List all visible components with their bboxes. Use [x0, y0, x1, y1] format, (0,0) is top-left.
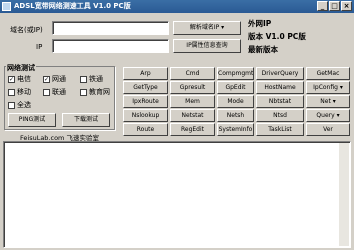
- cmd-button-label: Route: [136, 126, 155, 133]
- cmd-button-cmd[interactable]: Cmd: [170, 67, 215, 80]
- cmd-button-label: Netsh: [226, 112, 245, 119]
- download-test-button[interactable]: 下载测试: [62, 113, 110, 127]
- cmd-button-label: Compmgmt: [218, 70, 254, 77]
- checkbox-label: 全选: [17, 101, 31, 109]
- domain-label: 域名(或IP): [10, 26, 43, 34]
- dropdown-arrow-icon: ▾: [221, 24, 225, 31]
- cmd-button-mode[interactable]: Mode: [217, 95, 254, 108]
- checkbox-box: [43, 88, 50, 96]
- cmd-button-label: Nbtstat: [268, 98, 292, 105]
- cmd-button-gpresult[interactable]: Gpresult: [170, 81, 215, 94]
- cmd-button-regedit[interactable]: RegEdit: [170, 123, 215, 136]
- minimize-button[interactable]: _: [317, 1, 328, 11]
- cmd-button-label: Netstat: [181, 112, 204, 119]
- cmd-button-label: GetMac: [316, 70, 340, 77]
- cmd-button-label: IpConfig: [313, 84, 338, 91]
- cmd-button-driverquery[interactable]: DriverQuery: [256, 67, 304, 80]
- cmd-button-label: HostName: [264, 84, 296, 91]
- maximize-button[interactable]: □: [329, 1, 340, 11]
- domain-input[interactable]: [52, 21, 169, 35]
- cmd-button-net[interactable]: Net ▾: [306, 95, 350, 108]
- checkbox-wangtong[interactable]: ✓ 网通: [43, 74, 66, 84]
- cmd-button-getmac[interactable]: GetMac: [306, 67, 350, 80]
- checkbox-box: [80, 88, 87, 96]
- checkbox-liantong[interactable]: 联通: [43, 87, 66, 97]
- ping-test-button[interactable]: PING测试: [8, 113, 56, 127]
- cmd-button-label: Mode: [227, 98, 244, 105]
- cmd-button-netsh[interactable]: Netsh: [217, 109, 254, 122]
- checkbox-dianxin[interactable]: ✓ 电信: [8, 74, 31, 84]
- cmd-button-gettype[interactable]: GetType: [123, 81, 168, 94]
- cmd-button-mem[interactable]: Mem: [170, 95, 215, 108]
- checkbox-yidong[interactable]: 移动: [8, 87, 31, 97]
- checkbox-box-checked: ✓: [8, 75, 15, 83]
- dropdown-arrow-icon: ▾: [334, 112, 340, 119]
- cmd-button-label: TaskList: [268, 126, 292, 133]
- cmd-button-label: GpEdit: [225, 84, 246, 91]
- cmd-button-label: GetType: [133, 84, 158, 91]
- cmd-button-label: Gpresult: [179, 84, 206, 91]
- cmd-button-compmgmt[interactable]: Compmgmt: [217, 67, 254, 80]
- cmd-button-label: DriverQuery: [261, 70, 299, 77]
- window-controls: _ □ ×: [317, 1, 352, 11]
- output-textarea[interactable]: [3, 141, 351, 248]
- checkbox-box: [80, 75, 87, 83]
- cmd-button-label: Ver: [323, 126, 333, 133]
- cmd-button-label: SystemInfo: [218, 126, 253, 133]
- cmd-button-nslookup[interactable]: Nslookup: [123, 109, 168, 122]
- cmd-button-query[interactable]: Query ▾: [306, 109, 350, 122]
- cmd-button-label: Ntsd: [273, 112, 287, 119]
- dropdown-arrow-icon: ▾: [337, 84, 343, 91]
- cmd-button-label: Nslookup: [131, 112, 160, 119]
- resolve-domain-label: 解析域名IP: [189, 24, 220, 31]
- checkbox-box: [8, 101, 15, 109]
- resolve-domain-button[interactable]: 解析域名IP ▾: [173, 21, 241, 35]
- checkbox-box: [8, 88, 15, 96]
- checkbox-label: 铁通: [89, 75, 103, 83]
- checkbox-tietong[interactable]: 铁通: [80, 74, 103, 84]
- cmd-button-systeminfo[interactable]: SystemInfo: [217, 123, 254, 136]
- network-test-title: 网络测试: [6, 63, 36, 73]
- external-ip-label: 外网IP: [248, 19, 272, 28]
- window-title: ADSL宽带网络测速工具 V1.0 PC版: [14, 2, 131, 10]
- checkbox-box-checked: ✓: [43, 75, 50, 83]
- ip-label: IP: [36, 43, 43, 51]
- cmd-button-label: Mem: [185, 98, 200, 105]
- checkbox-label: 电信: [17, 75, 31, 83]
- cmd-button-label: Arp: [140, 70, 151, 77]
- cmd-button-label: RegEdit: [180, 126, 205, 133]
- checkbox-select-all[interactable]: 全选: [8, 100, 31, 110]
- checkbox-label: 移动: [17, 88, 31, 96]
- cmd-button-hostname[interactable]: HostName: [256, 81, 304, 94]
- cmd-button-gpedit[interactable]: GpEdit: [217, 81, 254, 94]
- checkbox-label: 教育网: [89, 88, 110, 96]
- checkbox-label: 网通: [52, 75, 66, 83]
- cmd-button-ipconfig[interactable]: IpConfig ▾: [306, 81, 350, 94]
- cmd-button-tasklist[interactable]: TaskList: [256, 123, 304, 136]
- close-button[interactable]: ×: [341, 1, 352, 11]
- cmd-button-nbtstat[interactable]: Nbtstat: [256, 95, 304, 108]
- cmd-button-label: IpxRoute: [132, 98, 159, 105]
- cmd-button-ntsd[interactable]: Ntsd: [256, 109, 304, 122]
- latest-version-label: 最新版本: [248, 45, 278, 54]
- cmd-button-ipxroute[interactable]: IpxRoute: [123, 95, 168, 108]
- cmd-button-label: Query: [316, 112, 335, 119]
- checkbox-jiaoyuwang[interactable]: 教育网: [80, 87, 110, 97]
- title-bar: ADSL宽带网络测速工具 V1.0 PC版 _ □ ×: [0, 0, 354, 13]
- ip-query-button[interactable]: IP属性信息查询: [173, 39, 241, 53]
- checkbox-label: 联通: [52, 88, 66, 96]
- cmd-button-arp[interactable]: Arp: [123, 67, 168, 80]
- vertical-scrollbar[interactable]: [339, 143, 349, 246]
- cmd-button-label: Net: [320, 98, 331, 105]
- ip-input[interactable]: [52, 39, 169, 53]
- cmd-button-route[interactable]: Route: [123, 123, 168, 136]
- version-label: 版本 V1.0 PC版: [248, 32, 306, 41]
- cmd-button-ver[interactable]: Ver: [306, 123, 350, 136]
- cmd-button-label: Cmd: [185, 70, 200, 77]
- cmd-button-netstat[interactable]: Netstat: [170, 109, 215, 122]
- dropdown-arrow-icon: ▾: [330, 98, 336, 105]
- app-icon: [2, 2, 11, 11]
